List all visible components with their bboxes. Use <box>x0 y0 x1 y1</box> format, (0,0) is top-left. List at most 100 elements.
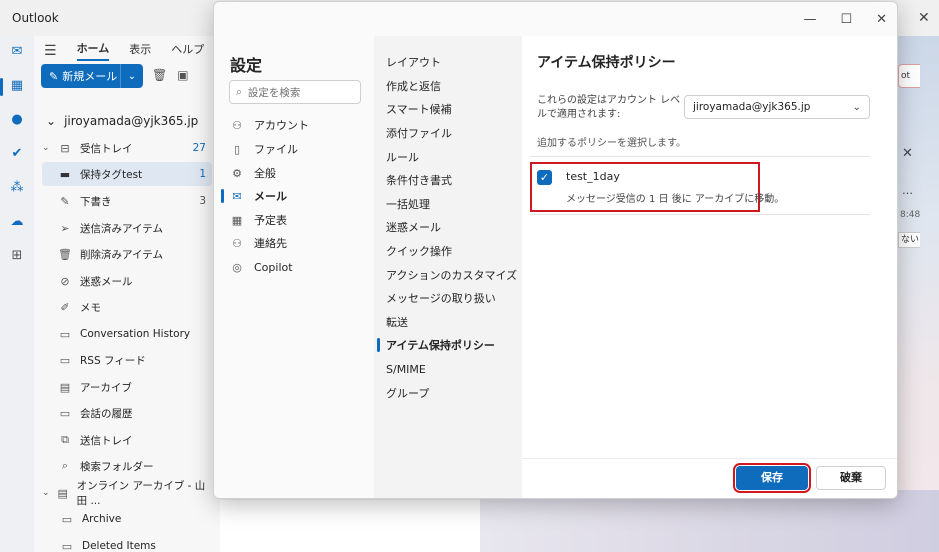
save-button[interactable]: 保存 <box>733 463 811 493</box>
chevron-down-icon[interactable]: ⌄ <box>42 143 54 153</box>
folder-search-folders[interactable]: ⌕ 検索フォルダー <box>42 454 212 478</box>
folder-label: 検索フォルダー <box>80 460 154 473</box>
folder-rss[interactable]: ▭ RSS フィード <box>42 348 212 372</box>
new-mail-main[interactable]: ✎ 新規メール <box>41 64 121 88</box>
account-email: jiroyamada@yjk365.jp <box>64 114 199 128</box>
account-select[interactable]: jiroyamada@yjk365.jp ⌄ <box>684 95 870 119</box>
folder-conversation-history[interactable]: ▭ Conversation History <box>42 322 212 346</box>
policy-checkbox[interactable]: ✓ <box>537 170 552 185</box>
folder-junk[interactable]: ⊘ 迷惑メール <box>42 269 212 293</box>
peek-dropdown-button[interactable]: ot <box>898 64 920 88</box>
new-mail-button[interactable]: ✎ 新規メール ⌄ <box>41 64 143 88</box>
folder-label: 下書き <box>80 195 112 208</box>
tab-home[interactable]: ホーム <box>76 40 110 61</box>
folder-online-archive-deleted[interactable]: ▭ Deleted Items <box>58 534 212 552</box>
settings-nav-general[interactable]: ⚙ 全般 <box>220 162 370 184</box>
folder-label: 削除済みアイテム <box>80 248 163 261</box>
compose-icon: ✎ <box>49 69 59 83</box>
inbox-icon: ⊟ <box>60 141 70 155</box>
section-groups[interactable]: グループ <box>386 382 522 404</box>
folder-archive[interactable]: ▤ アーカイブ <box>42 375 212 399</box>
section-compose-reply[interactable]: 作成と返信 <box>386 75 522 97</box>
section-sweep[interactable]: 一括処理 <box>386 193 522 215</box>
message-list-background <box>220 500 480 552</box>
note-icon: ✐ <box>60 300 70 314</box>
folder-deleted[interactable]: 🗑 削除済みアイテム <box>42 242 212 266</box>
search-folder-icon: ⌕ <box>61 459 69 472</box>
org-icon[interactable]: ⁂ <box>9 180 25 196</box>
folder-label: 保持タグtest <box>80 168 143 181</box>
app-rail: ✉ ▦ ● ✔ ⁂ ☁ ⊞ <box>0 36 34 552</box>
chevron-down-icon[interactable]: ⌄ <box>42 488 53 498</box>
folder-retention-tag-test[interactable]: ▬ 保持タグtest 1 <box>42 162 212 186</box>
section-smime[interactable]: S/MIME <box>386 358 522 380</box>
mail-settings-sections: レイアウト 作成と返信 スマート候補 添付ファイル ルール 条件付き書式 一括処… <box>374 36 522 498</box>
settings-nav-account[interactable]: ⚇ アカウント <box>220 114 370 136</box>
archive-icon[interactable]: ▣ <box>177 68 188 82</box>
folder-drafts[interactable]: ✎ 下書き 3 <box>42 189 212 213</box>
section-retention-policies[interactable]: アイテム保持ポリシー <box>377 334 522 356</box>
folder-label: 受信トレイ <box>80 142 133 155</box>
delete-icon[interactable]: 🗑 <box>152 68 167 82</box>
mail-icon: ✉ <box>232 189 242 203</box>
section-forwarding[interactable]: 転送 <box>386 311 522 333</box>
active-indicator <box>221 189 224 203</box>
section-junk[interactable]: 迷惑メール <box>386 216 522 238</box>
outbox-icon: ⧉ <box>61 433 69 446</box>
calendar-icon[interactable]: ▦ <box>9 78 25 94</box>
nav-label: メール <box>254 190 287 203</box>
discard-button[interactable]: 破棄 <box>816 466 886 490</box>
window-close-icon[interactable]: ✕ <box>918 10 930 26</box>
account-header[interactable]: ⌄ jiroyamada@yjk365.jp <box>46 114 198 128</box>
folder-label: Archive <box>82 513 122 525</box>
active-indicator <box>377 338 380 352</box>
close-icon[interactable]: ✕ <box>902 146 913 161</box>
folder-notes[interactable]: ✐ メモ <box>42 295 212 319</box>
todo-icon[interactable]: ✔ <box>9 146 25 162</box>
close-icon[interactable]: ✕ <box>876 12 887 27</box>
maximize-icon[interactable]: ☐ <box>840 12 852 27</box>
hamburger-icon[interactable]: ☰ <box>44 43 57 59</box>
settings-nav-calendar[interactable]: ▦ 予定表 <box>220 209 370 231</box>
folder-online-archive-archive[interactable]: ▭ Archive <box>58 507 212 531</box>
settings-nav-mail[interactable]: ✉ メール <box>220 185 370 207</box>
people-icon[interactable]: ● <box>9 112 25 128</box>
folder-conversation-log[interactable]: ▭ 会話の履歴 <box>42 401 212 425</box>
folder-pane: ⌄ jiroyamada@yjk365.jp ⌄ ⊟ 受信トレイ 27 ▬ 保持… <box>34 96 220 552</box>
section-smart-suggestions[interactable]: スマート候補 <box>386 98 522 120</box>
settings-dialog: — ☐ ✕ 設定 ⌕ 設定を検索 ⚇ アカウント ▯ ファイル ⚙ 全般 ✉ メ… <box>213 1 898 499</box>
section-quick-steps[interactable]: クイック操作 <box>386 240 522 262</box>
nav-label: アカウント <box>254 119 309 132</box>
folder-outbox[interactable]: ⧉ 送信トレイ <box>42 428 212 452</box>
apps-icon[interactable]: ⊞ <box>9 248 25 264</box>
nav-label: 連絡先 <box>254 237 287 250</box>
section-conditional-formatting[interactable]: 条件付き書式 <box>386 169 522 191</box>
folder-inbox[interactable]: ⌄ ⊟ 受信トレイ 27 <box>42 136 212 160</box>
folder-online-archive[interactable]: ⌄ ▤ オンライン アーカイブ - 山田 ... <box>42 480 212 507</box>
section-message-handling[interactable]: メッセージの取り扱い <box>386 287 522 309</box>
folder-label: RSS フィード <box>80 354 146 367</box>
ribbon-actions: 🗑 ▣ <box>152 68 189 82</box>
section-attachments[interactable]: 添付ファイル <box>386 122 522 144</box>
section-rules[interactable]: ルール <box>386 146 522 168</box>
mail-icon[interactable]: ✉ <box>9 44 25 60</box>
more-icon[interactable]: … <box>902 184 913 197</box>
policy-name: test_1day <box>566 170 620 183</box>
settings-search-input[interactable]: ⌕ 設定を検索 <box>229 80 361 104</box>
section-customize-actions[interactable]: アクションのカスタマイズ <box>386 264 522 286</box>
folder-label: 送信トレイ <box>80 434 133 447</box>
folder-label: 迷惑メール <box>80 275 133 288</box>
tab-view[interactable]: 表示 <box>129 41 151 60</box>
minimize-icon[interactable]: — <box>803 12 816 27</box>
folder-label: Deleted Items <box>82 540 156 552</box>
chevron-down-icon[interactable]: ⌄ <box>121 71 143 82</box>
tab-help[interactable]: ヘルプ <box>171 41 204 60</box>
settings-nav-contacts[interactable]: ⚇ 連絡先 <box>220 232 370 254</box>
ribbon-tabs: ☰ ホーム 表示 ヘルプ <box>44 40 204 61</box>
onedrive-icon[interactable]: ☁ <box>9 214 25 230</box>
folder-sent[interactable]: ➢ 送信済みアイテム <box>42 216 212 240</box>
settings-nav-files[interactable]: ▯ ファイル <box>220 138 370 160</box>
reading-pane-background <box>480 490 939 552</box>
settings-nav-copilot[interactable]: ◎ Copilot <box>220 256 370 278</box>
section-layout[interactable]: レイアウト <box>386 51 522 73</box>
